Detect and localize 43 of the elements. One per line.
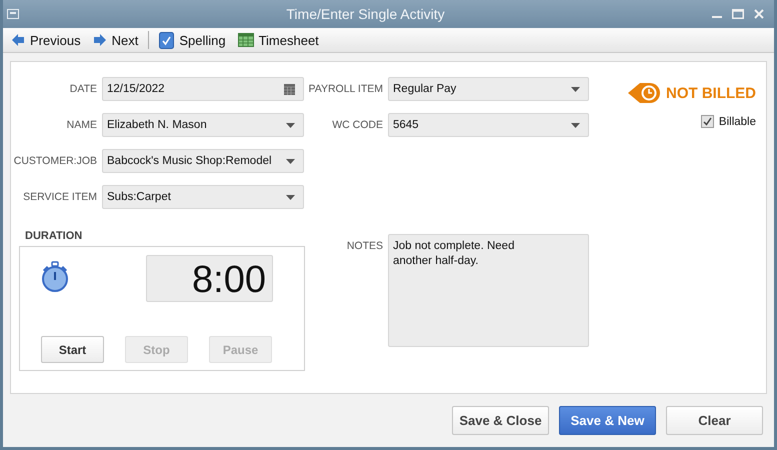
notes-field[interactable]: Job not complete. Need another half-day. <box>388 234 589 347</box>
field-label: NAME <box>66 119 98 131</box>
primary-button[interactable]: Save & New <box>559 406 656 435</box>
action-button[interactable]: Save & Close <box>452 406 549 435</box>
timer-button[interactable]: Start <box>41 336 104 363</box>
clock-tag-icon <box>628 81 662 105</box>
spelling-icon <box>159 32 174 48</box>
dropdown-caret-icon[interactable] <box>286 122 295 128</box>
dropdown-caret-icon[interactable] <box>286 194 295 200</box>
field-label: NOTES <box>346 239 384 252</box>
dropdown-field[interactable]: 5645 <box>388 113 589 137</box>
dropdown-caret-icon[interactable] <box>571 122 580 128</box>
toolbar-button[interactable]: Spelling <box>155 32 230 48</box>
dropdown-field[interactable]: Babcock's Music Shop:Remodel <box>102 149 304 173</box>
dropdown-field[interactable]: Subs:Carpet <box>102 185 304 209</box>
field-label: PAYROLL ITEM <box>308 83 384 95</box>
checkbox[interactable] <box>700 115 714 128</box>
toolbar-button[interactable]: Previous <box>7 32 85 48</box>
section-heading: DURATION <box>25 230 84 242</box>
toolbar-button[interactable]: Next <box>88 32 142 48</box>
window-menu-icon[interactable] <box>7 9 19 19</box>
field-label: CUSTOMER:JOB <box>12 155 98 167</box>
close-icon[interactable] <box>754 9 764 19</box>
action-button[interactable]: Clear <box>666 406 763 435</box>
calendar-icon[interactable] <box>284 84 295 94</box>
billing-status: NOT BILLED <box>666 84 756 102</box>
field-label: DATE <box>68 83 98 95</box>
timer-display: 8:00 <box>146 255 273 302</box>
left-arrow-icon <box>11 33 25 47</box>
checkbox-label[interactable]: Billable <box>718 116 756 128</box>
dropdown-field[interactable]: Regular Pay <box>388 77 589 101</box>
field-label: SERVICE ITEM <box>22 191 98 203</box>
dropdown-caret-icon[interactable] <box>286 158 295 164</box>
date-field[interactable]: 12/15/2022 <box>102 77 304 101</box>
dropdown-field[interactable]: Elizabeth N. Mason <box>102 113 304 137</box>
right-arrow-icon <box>92 33 107 47</box>
field-label: WC CODE <box>331 119 384 131</box>
stopwatch-icon[interactable] <box>41 261 69 293</box>
window-title: Time/Enter Single Activity <box>285 6 446 22</box>
toolbar-button[interactable]: Timesheet <box>234 32 323 48</box>
maximize-icon[interactable] <box>732 9 744 19</box>
dropdown-caret-icon[interactable] <box>571 86 580 92</box>
spreadsheet-icon <box>238 33 254 47</box>
